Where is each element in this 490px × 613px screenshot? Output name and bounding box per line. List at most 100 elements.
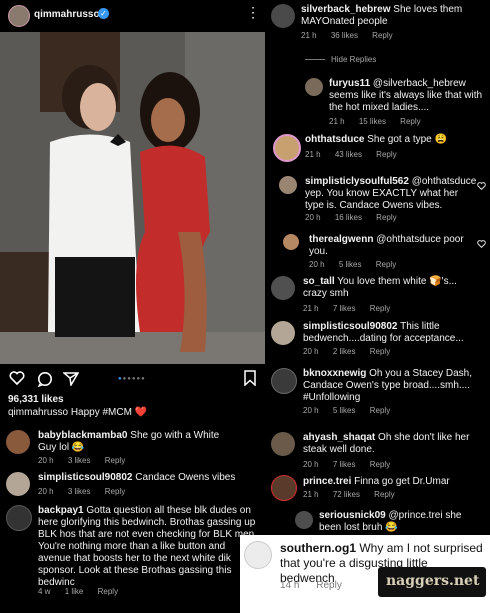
comment-username[interactable]: ahyash_shaqat [303, 432, 375, 443]
comment-avatar[interactable] [273, 134, 301, 162]
reply-button[interactable]: Reply [370, 460, 390, 469]
comment-meta: 21 h 43 likes Reply [305, 150, 409, 159]
comment-meta: 14 h Reply [280, 580, 342, 591]
comment-username[interactable]: simplisticsoul90802 [303, 321, 398, 332]
reply-button[interactable]: Reply [98, 587, 118, 596]
caption-username[interactable]: qimmahrusso [8, 407, 68, 418]
comment-text: backpay1 Gotta question all these blk du… [38, 505, 258, 589]
like-heart-icon[interactable] [477, 240, 487, 250]
comment-avatar[interactable] [271, 368, 297, 394]
comment-meta: 20 h 16 likes Reply [305, 213, 409, 222]
watermark-text: naggers.net [386, 573, 480, 589]
comment-avatar[interactable] [305, 78, 323, 96]
comment-meta: 20 h 3 likes Reply [38, 487, 137, 496]
comment-likes[interactable]: 7 likes [333, 460, 356, 469]
comment-icon[interactable] [37, 371, 53, 387]
comment-meta: 21 h 7 likes Reply [303, 304, 402, 313]
comment-username[interactable]: ohthatsduce [305, 134, 364, 145]
post-photo [0, 32, 265, 364]
reply-button[interactable]: Reply [370, 304, 390, 313]
reply-button[interactable]: Reply [376, 260, 396, 269]
reply-button[interactable]: Reply [400, 117, 420, 126]
comment-text: ohthatsduce She got a type 😩 [305, 134, 485, 146]
post-header: qimmahrusso ✓ ⋮ [0, 0, 265, 30]
comment-username[interactable]: simplisticsoul90802 [38, 472, 133, 483]
comment-likes[interactable]: 15 likes [359, 117, 386, 126]
reply-button[interactable]: Reply [105, 487, 125, 496]
comment-username[interactable]: furyus11 [329, 78, 370, 89]
comment-meta: 21 h 15 likes Reply [329, 117, 433, 126]
comment-body: Candace Owens vibes [135, 472, 236, 483]
comment-text: furyus11 @silverback_hebrew seems like i… [329, 78, 487, 114]
heart-icon[interactable] [9, 371, 25, 385]
comment-likes[interactable]: 5 likes [333, 406, 356, 415]
comment-avatar[interactable] [271, 4, 295, 28]
comment-avatar[interactable] [271, 475, 297, 501]
comment-avatar[interactable] [6, 430, 30, 454]
share-icon[interactable] [63, 371, 79, 386]
comment-likes[interactable]: 43 likes [335, 150, 362, 159]
reply-button[interactable]: Reply [376, 213, 396, 222]
comment-avatar[interactable] [244, 541, 272, 569]
comment-username[interactable]: backpay1 [38, 505, 84, 516]
reply-button[interactable]: Reply [374, 490, 394, 499]
heart-emoji: ❤️ [134, 407, 148, 418]
comment-time: 20 h [38, 487, 54, 496]
like-heart-icon[interactable] [477, 182, 487, 192]
comment-username[interactable]: so_tall [303, 276, 335, 287]
carousel-dots: ●●●●●● [118, 376, 146, 382]
comment-avatar[interactable] [6, 472, 30, 496]
comment-username[interactable]: seriousnick09 [319, 510, 386, 521]
comment-likes[interactable]: 72 likes [333, 490, 360, 499]
highlighted-comment: southern.og1 Why am I not surprised that… [240, 535, 490, 613]
comment-time: 20 h [303, 347, 319, 356]
comment-meta: 20 h 5 likes Reply [303, 406, 402, 415]
comment-meta: 21 h 72 likes Reply [303, 490, 407, 499]
comment-username[interactable]: simplisticlysoulful562 [305, 176, 409, 187]
comment-likes[interactable]: 5 likes [339, 260, 362, 269]
comment-text: silverback_hebrew She loves them MAYOnat… [301, 4, 486, 28]
comment-meta: 20 h 7 likes Reply [303, 460, 402, 469]
more-options-icon[interactable]: ⋮ [246, 5, 260, 19]
comment-username[interactable]: bknoxxnewig [303, 368, 366, 379]
comment-meta: 20 h 2 likes Reply [303, 347, 402, 356]
comment-username[interactable]: southern.og1 [280, 541, 356, 555]
comment-likes[interactable]: 2 likes [333, 347, 356, 356]
comment-likes[interactable]: 1 like [65, 587, 84, 596]
comment-text: so_tall You love them white 🍞's... crazy… [303, 276, 483, 300]
comment-likes[interactable]: 3 likes [68, 456, 91, 465]
comment-username[interactable]: babyblackmamba0 [38, 430, 128, 441]
reply-button[interactable]: Reply [376, 150, 396, 159]
reply-button[interactable]: Reply [370, 406, 390, 415]
comment-avatar[interactable] [271, 432, 295, 456]
reply-button[interactable]: Reply [316, 580, 342, 591]
comment-username[interactable]: silverback_hebrew [301, 4, 391, 15]
hide-replies-button[interactable]: Hide Replies [305, 55, 376, 64]
comment-time: 4 w [38, 587, 51, 596]
comment-likes[interactable]: 3 likes [68, 487, 91, 496]
comment-likes[interactable]: 7 likes [333, 304, 356, 313]
comment-time: 21 h [303, 304, 319, 313]
comment-avatar[interactable] [271, 321, 295, 345]
comment-likes[interactable]: 16 likes [335, 213, 362, 222]
comments-panel: silverback_hebrew She loves them MAYOnat… [265, 0, 490, 613]
comment-avatar[interactable] [279, 176, 297, 194]
reply-button[interactable]: Reply [105, 456, 125, 465]
comment-meta: 21 h 36 likes Reply [301, 31, 405, 40]
hide-replies-label[interactable]: Hide Replies [331, 55, 376, 64]
post-username[interactable]: qimmahrusso [34, 9, 100, 20]
post-avatar[interactable] [8, 5, 30, 27]
comment-username[interactable]: prince.trei [303, 476, 351, 487]
reply-button[interactable]: Reply [370, 347, 390, 356]
comment-avatar[interactable] [6, 505, 32, 531]
caption-text: Happy #MCM [70, 407, 132, 418]
reply-button[interactable]: Reply [372, 31, 392, 40]
comment-avatar[interactable] [295, 511, 313, 529]
likes-count[interactable]: 96,331 likes [8, 394, 64, 406]
comment-avatar[interactable] [283, 234, 299, 250]
comment-username[interactable]: therealgwenn [309, 234, 373, 245]
comment-avatar[interactable] [271, 276, 295, 300]
comment-body: Gotta question all these blk dudes on he… [38, 505, 258, 588]
bookmark-icon[interactable] [243, 370, 257, 386]
comment-likes[interactable]: 36 likes [331, 31, 358, 40]
